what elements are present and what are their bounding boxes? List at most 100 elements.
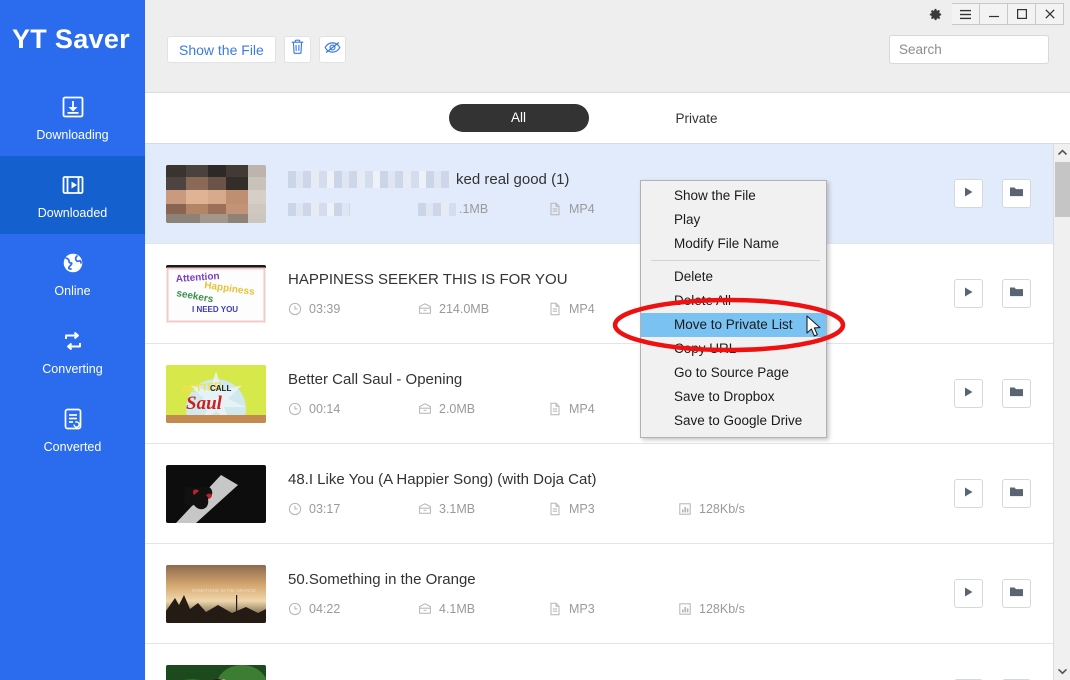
meta-format-text: MP4 xyxy=(569,402,595,416)
clock-icon xyxy=(288,302,302,316)
play-button[interactable] xyxy=(954,479,983,508)
table-row[interactable]: Attention Happiness seekers I NEED YOU H… xyxy=(145,244,1053,344)
blurred-title-redaction xyxy=(288,171,452,188)
chevron-down-icon[interactable] xyxy=(1054,663,1070,680)
scrollbar-thumb[interactable] xyxy=(1055,162,1070,217)
row-meta: 03:17 3.1MB MP3 128Kb/s xyxy=(288,502,954,516)
svg-text:Saul: Saul xyxy=(186,393,223,414)
thumbnail xyxy=(166,464,266,523)
file-icon xyxy=(548,202,562,216)
table-row[interactable]: SOMETHING IN THE ORANGE 50.Something in … xyxy=(145,544,1053,644)
row-title-text: ked real good (1) xyxy=(456,171,570,188)
tab-private-label: Private xyxy=(675,110,718,126)
context-menu-item-move-to-private-list[interactable]: Move to Private List xyxy=(641,313,826,337)
toolbar-actions: Show the File xyxy=(167,36,346,63)
folder-button[interactable] xyxy=(1002,479,1031,508)
play-button[interactable] xyxy=(954,279,983,308)
tab-all[interactable]: All xyxy=(448,104,589,132)
row-title-text: HAPPINESS SEEKER THIS IS FOR YOU xyxy=(288,271,568,288)
meta-bitrate: 128Kb/s xyxy=(678,602,828,616)
table-row[interactable]: 49.FLOWER xyxy=(145,644,1053,680)
meta-size-text: 214.0MB xyxy=(439,302,490,316)
close-icon[interactable] xyxy=(1036,3,1064,25)
hide-button[interactable] xyxy=(318,36,346,63)
bars-icon xyxy=(678,502,692,516)
sidebar-item-online[interactable]: Online xyxy=(0,234,145,312)
row-meta: .1MB MP4 xyxy=(288,202,954,216)
row-title-text: Better Call Saul - Opening xyxy=(288,371,463,388)
play-button[interactable] xyxy=(954,579,983,608)
meta-size-text: 4.1MB xyxy=(439,602,476,616)
search-input[interactable] xyxy=(889,35,1049,64)
meta-format-text: MP3 xyxy=(569,502,595,516)
tab-private[interactable]: Private xyxy=(627,111,767,126)
sidebar: YT Saver Downloading Downloaded Online C… xyxy=(0,0,145,680)
meta-duration-text: 04:22 xyxy=(309,602,341,616)
globe-icon xyxy=(59,249,87,277)
folder-button[interactable] xyxy=(1002,379,1031,408)
play-button[interactable] xyxy=(954,379,983,408)
context-menu-item-delete[interactable]: Delete xyxy=(641,265,826,289)
context-menu-item-modify-file-name[interactable]: Modify File Name xyxy=(641,232,826,256)
row-title: Better Call Saul - Opening xyxy=(288,371,954,388)
folder-button[interactable] xyxy=(1002,579,1031,608)
context-menu-item-show-the-file[interactable]: Show the File xyxy=(641,184,826,208)
meta-size: 4.1MB xyxy=(418,602,548,616)
sidebar-item-converting[interactable]: Converting xyxy=(0,312,145,390)
list-scrollbar[interactable] xyxy=(1053,144,1070,680)
context-menu-item-play[interactable]: Play xyxy=(641,208,826,232)
chevron-up-icon[interactable] xyxy=(1054,144,1070,161)
context-menu[interactable]: Show the File Play Modify File Name Dele… xyxy=(640,180,827,438)
row-title-text: 48.I Like You (A Happier Song) (with Doj… xyxy=(288,471,597,488)
play-icon xyxy=(963,185,974,203)
show-the-file-button[interactable]: Show the File xyxy=(167,36,276,63)
row-content: 48.I Like You (A Happier Song) (with Doj… xyxy=(288,471,954,516)
context-menu-item-copy-url[interactable]: Copy URL xyxy=(641,337,826,361)
play-icon xyxy=(963,285,974,303)
context-menu-item-go-to-source-page[interactable]: Go to Source Page xyxy=(641,361,826,385)
package-icon xyxy=(418,502,432,516)
table-row[interactable]: BETTER CALL Saul Better Call Saul - Open… xyxy=(145,344,1053,444)
gear-icon[interactable] xyxy=(922,3,948,25)
meta-duration: 00:14 xyxy=(288,402,418,416)
row-meta: 03:39 214.0MB MP4 xyxy=(288,302,954,316)
row-content: ked real good (1) .1MB MP4 xyxy=(288,171,954,216)
play-button[interactable] xyxy=(954,179,983,208)
minimize-icon[interactable] xyxy=(980,3,1008,25)
meta-bitrate-text: 128Kb/s xyxy=(699,502,745,516)
folder-icon xyxy=(1009,285,1024,303)
row-actions xyxy=(954,579,1031,608)
tab-bar: All Private xyxy=(145,93,1070,144)
clock-icon xyxy=(288,502,302,516)
thumbnail: SOMETHING IN THE ORANGE xyxy=(166,564,266,623)
meta-size-text: .1MB xyxy=(459,202,489,216)
sidebar-item-label: Online xyxy=(54,283,91,298)
context-menu-item-delete-all[interactable]: Delete All xyxy=(641,289,826,313)
meta-format-text: MP3 xyxy=(569,602,595,616)
folder-icon xyxy=(1009,585,1024,603)
context-menu-item-save-to-google-drive[interactable]: Save to Google Drive xyxy=(641,409,826,433)
sidebar-item-label: Downloading xyxy=(36,127,109,142)
svg-text:I NEED YOU: I NEED YOU xyxy=(192,305,238,314)
meta-format-text: MP4 xyxy=(569,302,595,316)
delete-button[interactable] xyxy=(283,36,311,63)
folder-button[interactable] xyxy=(1002,179,1031,208)
table-row[interactable]: 48.I Like You (A Happier Song) (with Doj… xyxy=(145,444,1053,544)
maximize-icon[interactable] xyxy=(1008,3,1036,25)
clock-icon xyxy=(288,602,302,616)
hamburger-icon[interactable] xyxy=(952,3,980,25)
context-menu-separator xyxy=(651,260,820,261)
sidebar-item-converted[interactable]: Converted xyxy=(0,390,145,468)
sidebar-item-downloading[interactable]: Downloading xyxy=(0,78,145,156)
convert-loop-icon xyxy=(59,327,87,355)
meta-duration: 03:17 xyxy=(288,502,418,516)
row-actions xyxy=(954,179,1031,208)
folder-button[interactable] xyxy=(1002,279,1031,308)
sidebar-item-downloaded[interactable]: Downloaded xyxy=(0,156,145,234)
context-menu-item-save-to-dropbox[interactable]: Save to Dropbox xyxy=(641,385,826,409)
download-list[interactable]: ked real good (1) .1MB MP4 Attention Hap… xyxy=(145,144,1053,680)
trash-icon xyxy=(290,39,305,60)
file-icon xyxy=(548,402,562,416)
meta-format: MP3 xyxy=(548,502,678,516)
table-row[interactable]: ked real good (1) .1MB MP4 xyxy=(145,144,1053,244)
